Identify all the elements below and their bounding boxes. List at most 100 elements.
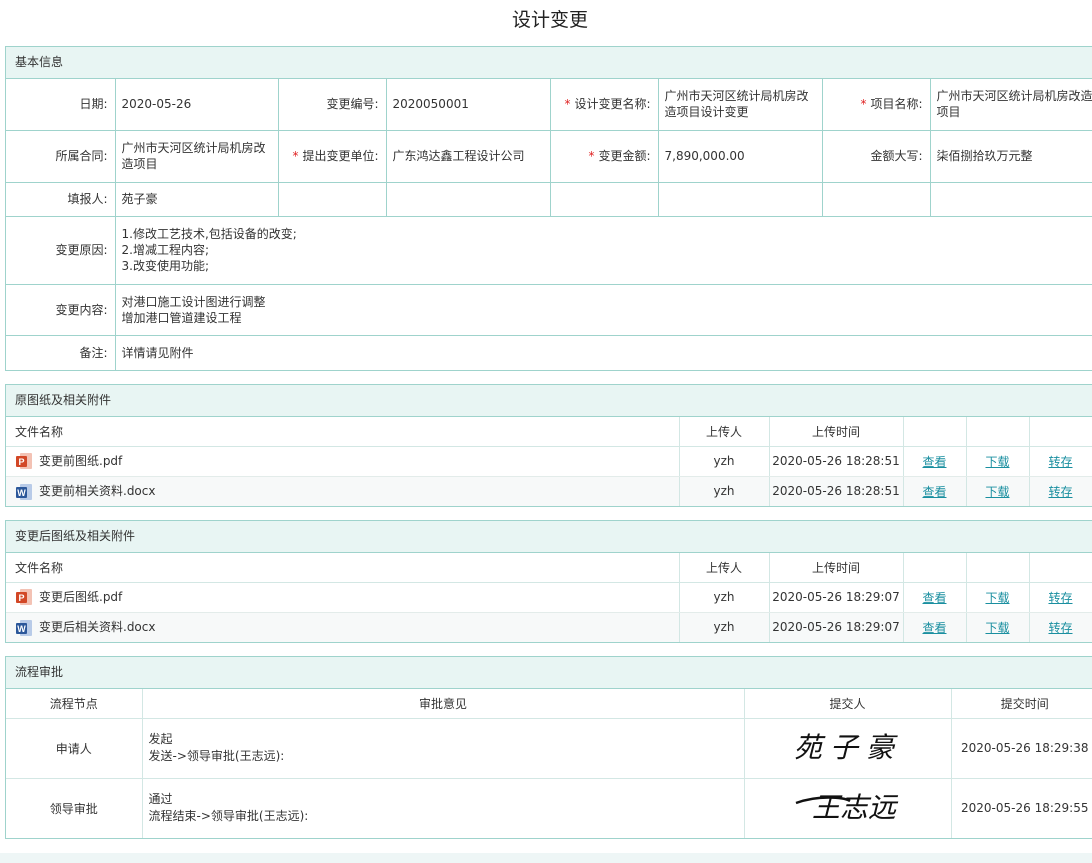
submit-time: 2020-05-26 18:29:38 bbox=[951, 718, 1092, 779]
basic-info-header: 基本信息 bbox=[6, 47, 1092, 79]
svg-text:苑子豪: 苑子豪 bbox=[793, 731, 901, 764]
flow-panel: 流程审批 流程节点 审批意见 提交人 提交时间 申请人 发起 发送->领导审批(… bbox=[5, 656, 1092, 839]
file-row: P 变更后图纸.pdf yzh 2020-05-26 18:29:07 查看 下… bbox=[6, 582, 1092, 613]
remark-value: 详情请见附件 bbox=[115, 335, 1092, 370]
flow-node-header: 流程节点 bbox=[6, 689, 143, 719]
uploader: yzh bbox=[679, 582, 770, 613]
signature-image: 苑子豪 bbox=[744, 718, 952, 779]
unit-value: 广东鸿达鑫工程设计公司 bbox=[386, 130, 551, 183]
view-link[interactable]: 查看 bbox=[922, 455, 946, 469]
upload-time: 2020-05-26 18:29:07 bbox=[769, 582, 904, 613]
original-files-table: 文件名称 上传人 上传时间 P 变更前图纸.pdf yzh 2020-05-26… bbox=[6, 417, 1092, 506]
transfer-link[interactable]: 转存 bbox=[1048, 455, 1072, 469]
uploader: yzh bbox=[679, 446, 770, 477]
view-link[interactable]: 查看 bbox=[922, 485, 946, 499]
filler-label: 填报人: bbox=[6, 182, 116, 217]
changed-files-panel: 变更后图纸及相关附件 文件名称 上传人 上传时间 P 变更后图纸.pdf yzh… bbox=[5, 520, 1092, 643]
change-no-value: 2020050001 bbox=[386, 79, 551, 131]
submit-time: 2020-05-26 18:29:55 bbox=[951, 778, 1092, 838]
transfer-link[interactable]: 转存 bbox=[1048, 485, 1072, 499]
flow-row: 申请人 发起 发送->领导审批(王志远): 苑子豪 2020-05-26 18:… bbox=[6, 718, 1092, 779]
svg-text:王志远: 王志远 bbox=[811, 791, 898, 824]
download-link[interactable]: 下载 bbox=[985, 591, 1009, 605]
reason-label: 变更原因: bbox=[6, 216, 116, 285]
contract-value: 广州市天河区统计局机房改造项目 bbox=[115, 130, 279, 183]
content-value: 对港口施工设计图进行调整 增加港口管道建设工程 bbox=[115, 284, 1092, 336]
file-row: W 变更前相关资料.docx yzh 2020-05-26 18:28:51 查… bbox=[6, 476, 1092, 506]
upload-time-header: 上传时间 bbox=[769, 417, 904, 447]
bottom-scroll-area bbox=[0, 853, 1092, 863]
changed-files-table: 文件名称 上传人 上传时间 P 变更后图纸.pdf yzh 2020-05-26… bbox=[6, 553, 1092, 642]
download-link[interactable]: 下载 bbox=[985, 621, 1009, 635]
flow-table: 流程节点 审批意见 提交人 提交时间 申请人 发起 发送->领导审批(王志远):… bbox=[6, 689, 1092, 838]
uploader-header: 上传人 bbox=[679, 553, 770, 583]
opinion-header: 审批意见 bbox=[142, 689, 745, 719]
submit-time-header: 提交时间 bbox=[951, 689, 1092, 719]
reason-value: 1.修改工艺技术,包括设备的改变; 2.增减工程内容; 3.改变使用功能; bbox=[115, 216, 1092, 285]
required-mark: * bbox=[292, 149, 299, 163]
pdf-file-icon: P bbox=[15, 588, 33, 606]
upload-time: 2020-05-26 18:28:51 bbox=[769, 446, 904, 477]
amount-cn-value: 柒佰捌拾玖万元整 bbox=[930, 130, 1092, 183]
contract-label: 所属合同: bbox=[6, 130, 116, 183]
changed-files-header: 变更后图纸及相关附件 bbox=[6, 521, 1092, 553]
download-link[interactable]: 下载 bbox=[985, 485, 1009, 499]
flow-header: 流程审批 bbox=[6, 657, 1092, 689]
view-link[interactable]: 查看 bbox=[922, 621, 946, 635]
uploader: yzh bbox=[679, 476, 770, 506]
uploader-header: 上传人 bbox=[679, 417, 770, 447]
project-label: * 项目名称: bbox=[822, 79, 931, 131]
view-link[interactable]: 查看 bbox=[922, 591, 946, 605]
uploader: yzh bbox=[679, 612, 770, 642]
file-name-header: 文件名称 bbox=[6, 553, 680, 583]
flow-node: 申请人 bbox=[6, 718, 143, 779]
amount-value: 7,890,000.00 bbox=[658, 130, 823, 183]
pdf-file-icon: P bbox=[15, 452, 33, 470]
remark-label: 备注: bbox=[6, 335, 116, 370]
upload-time: 2020-05-26 18:29:07 bbox=[769, 612, 904, 642]
file-row: W 变更后相关资料.docx yzh 2020-05-26 18:29:07 查… bbox=[6, 612, 1092, 642]
basic-info-table: 日期: 2020-05-26 变更编号: 2020050001 * 设计变更名称:… bbox=[6, 79, 1092, 370]
signature-yuan-zihao: 苑子豪 bbox=[793, 731, 901, 764]
word-file-icon: W bbox=[15, 619, 33, 637]
unit-label: * 提出变更单位: bbox=[278, 130, 387, 183]
change-name-value: 广州市天河区统计局机房改造项目设计变更 bbox=[658, 79, 823, 131]
svg-text:W: W bbox=[17, 488, 26, 498]
svg-text:P: P bbox=[18, 593, 24, 603]
upload-time-header: 上传时间 bbox=[769, 553, 904, 583]
file-name: P 变更前图纸.pdf bbox=[6, 446, 680, 477]
change-name-label: * 设计变更名称: bbox=[550, 79, 659, 131]
file-name: W 变更前相关资料.docx bbox=[6, 476, 680, 506]
original-files-panel: 原图纸及相关附件 文件名称 上传人 上传时间 P 变更前图纸.pdf yzh 2… bbox=[5, 384, 1092, 507]
opinion: 发起 发送->领导审批(王志远): bbox=[142, 718, 745, 779]
project-value: 广州市天河区统计局机房改造项目 bbox=[930, 79, 1092, 131]
required-mark: * bbox=[564, 97, 571, 112]
opinion: 通过 流程结束->领导审批(王志远): bbox=[142, 778, 745, 838]
file-name: W 变更后相关资料.docx bbox=[6, 612, 680, 642]
amount-label: * 变更金额: bbox=[550, 130, 659, 183]
content-label: 变更内容: bbox=[6, 284, 116, 336]
transfer-link[interactable]: 转存 bbox=[1048, 621, 1072, 635]
date-value: 2020-05-26 bbox=[115, 79, 279, 131]
page-title: 设计变更 bbox=[511, 9, 588, 31]
upload-time: 2020-05-26 18:28:51 bbox=[769, 476, 904, 506]
file-name: P 变更后图纸.pdf bbox=[6, 582, 680, 613]
submitter-header: 提交人 bbox=[744, 689, 952, 719]
flow-node: 领导审批 bbox=[6, 778, 143, 838]
svg-text:W: W bbox=[17, 624, 26, 634]
filler-value: 苑子豪 bbox=[115, 182, 279, 217]
required-mark: * bbox=[860, 97, 867, 112]
download-link[interactable]: 下载 bbox=[985, 455, 1009, 469]
signature-wang-zhiyuan: 王志远 bbox=[795, 791, 898, 824]
flow-row: 领导审批 通过 流程结束->领导审批(王志远): 王志远 2020-05-26 … bbox=[6, 778, 1092, 838]
basic-info-panel: 基本信息 日期: 2020-05-26 变更编号: 2020050001 * 设计… bbox=[5, 46, 1092, 371]
amount-cn-label: 金额大写: bbox=[822, 130, 931, 183]
original-files-header: 原图纸及相关附件 bbox=[6, 385, 1092, 417]
signature-image: 王志远 bbox=[744, 778, 952, 838]
change-no-label: 变更编号: bbox=[278, 79, 387, 131]
required-mark: * bbox=[588, 149, 595, 163]
transfer-link[interactable]: 转存 bbox=[1048, 591, 1072, 605]
word-file-icon: W bbox=[15, 483, 33, 501]
svg-text:P: P bbox=[18, 457, 24, 467]
file-row: P 变更前图纸.pdf yzh 2020-05-26 18:28:51 查看 下… bbox=[6, 446, 1092, 477]
